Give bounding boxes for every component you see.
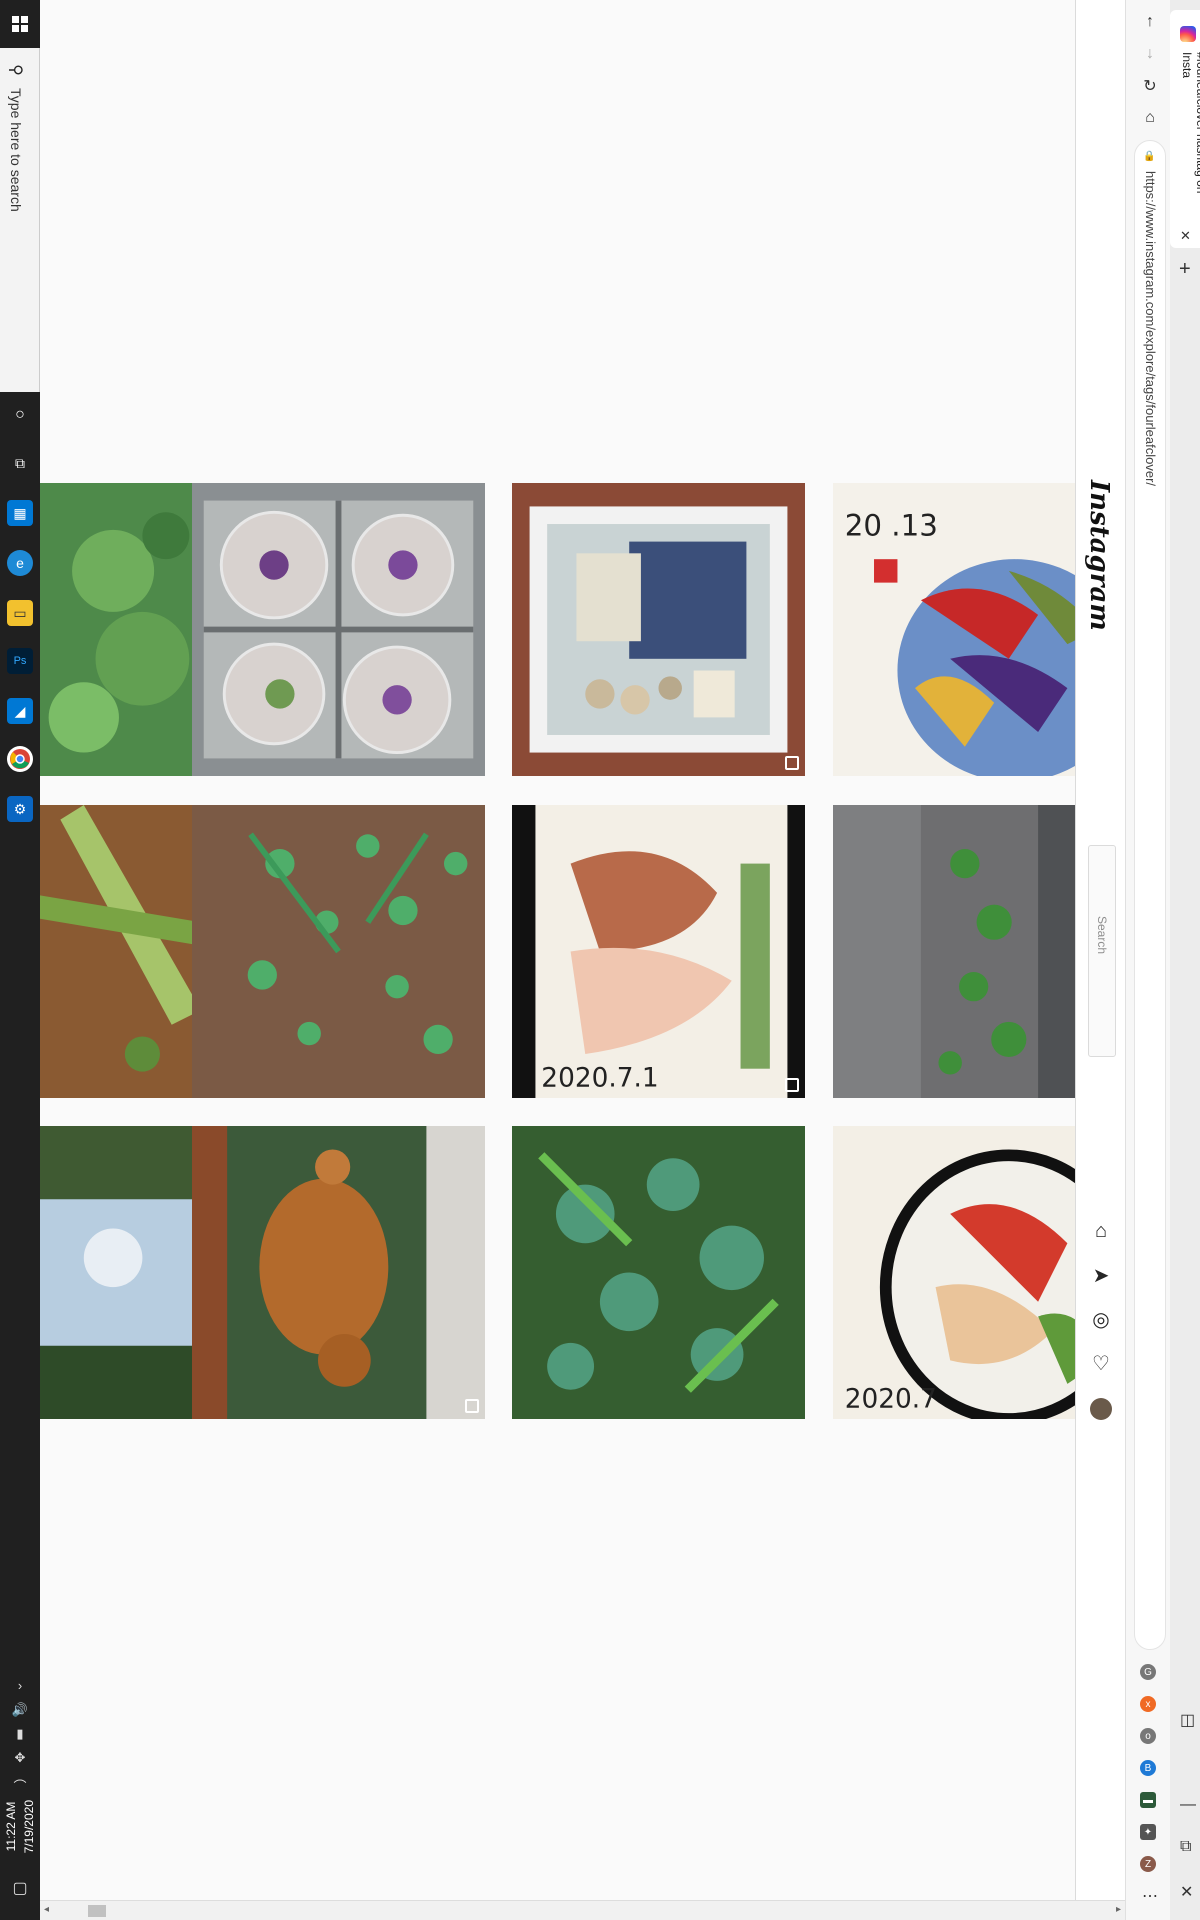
scroll-left-icon[interactable]: ◂ (44, 1904, 49, 1915)
multiple-photos-icon (465, 1399, 479, 1413)
restore-icon[interactable]: ⧉ (1180, 1838, 1191, 1856)
show-hidden-icons-chevron[interactable]: › (0, 1678, 40, 1693)
browser-window: 20 .13 2020.7.1 2020.7 Instagram Search … (40, 0, 1200, 1920)
photoshop-icon[interactable]: Ps (7, 648, 33, 674)
activity-icon[interactable]: ♡ (1088, 1350, 1114, 1376)
extensions-puzzle-icon[interactable]: ✦ (1140, 1824, 1156, 1840)
clock-date: 7/19/2020 (22, 1800, 36, 1854)
azure-data-studio-icon[interactable]: ◢ (7, 698, 33, 724)
store-icon[interactable]: ▦ (7, 500, 33, 526)
instagram-favicon (1180, 26, 1196, 42)
battery-icon[interactable]: ▮ (0, 1726, 40, 1742)
notifications-icon[interactable]: ▢ (0, 1878, 40, 1898)
svg-text:2020.7.1: 2020.7.1 (541, 1063, 658, 1093)
minimize-icon[interactable]: — (1180, 1796, 1196, 1814)
grid-post-weeds-soil[interactable] (40, 805, 201, 1098)
windows-start-button[interactable] (0, 0, 40, 48)
extension-x-icon[interactable]: x (1140, 1696, 1156, 1712)
scrollbar-thumb[interactable] (88, 1905, 106, 1917)
taskbar-search-box[interactable]: ⚲ Type here to search (0, 48, 40, 392)
tab-instagram[interactable]: #fourleafclover hashtag on Insta ✕ (1170, 10, 1200, 248)
multiple-photos-icon (785, 1078, 799, 1092)
grid-post-resin-coasters[interactable] (192, 483, 485, 776)
screen: ⚲ Type here to search ○ ⧉ ▦ e ▭ Ps ◢ ⚙ ›… (0, 0, 1200, 1920)
instagram-search-input[interactable]: Search (1088, 845, 1116, 1057)
dropbox-icon[interactable]: ✥ (0, 1750, 40, 1766)
windows-logo-icon (12, 16, 28, 32)
grid-post-painting-food[interactable]: 2020.7 (833, 1126, 1075, 1419)
edge-icon[interactable]: e (7, 550, 33, 576)
extension-bar-icon[interactable]: ▬ (1140, 1792, 1156, 1808)
horizontal-scrollbar[interactable]: ◂ ▸ (40, 1900, 1125, 1920)
address-bar-url: https://www.instagram.com/explore/tags/f… (1143, 171, 1158, 487)
instagram-logo[interactable]: Instagram (1084, 480, 1114, 631)
file-explorer-icon[interactable]: ▭ (7, 600, 33, 626)
grid-post-shadow-box[interactable] (512, 483, 805, 776)
windows-taskbar: ⚲ Type here to search ○ ⧉ ▦ e ▭ Ps ◢ ⚙ ›… (0, 0, 40, 1920)
address-bar[interactable]: 🔒 https://www.instagram.com/explore/tags… (1134, 140, 1166, 1650)
explore-icon[interactable]: ◎ (1088, 1306, 1114, 1332)
network-icon[interactable]: ⌒ (0, 1776, 40, 1795)
tab-layout-icon[interactable]: ◫ (1180, 1710, 1195, 1730)
grid-post-pine-needles-clover[interactable] (192, 805, 485, 1098)
grid-post-clover-roadside[interactable] (833, 805, 1075, 1098)
close-window-icon[interactable]: ✕ (1180, 1882, 1193, 1902)
extension-circle-icon[interactable]: o (1140, 1728, 1156, 1744)
page-viewport: 20 .13 2020.7.1 2020.7 (40, 0, 1075, 1900)
chrome-icon[interactable] (7, 746, 33, 772)
volume-icon[interactable]: 🔊 (0, 1702, 40, 1718)
multiple-photos-icon (785, 756, 799, 770)
home-icon[interactable]: ⌂ (1088, 1218, 1114, 1244)
grid-post-painting-bread[interactable]: 2020.7.1 (512, 805, 805, 1098)
browser-menu-icon[interactable]: ⋯ (1138, 1884, 1162, 1908)
taskbar-search-placeholder: Type here to search (8, 88, 24, 212)
reload-icon[interactable]: ↻ (1138, 74, 1162, 98)
clock-time: 11:22 AM (4, 1801, 18, 1852)
back-icon[interactable]: ↑ (1138, 10, 1162, 34)
extension-b-icon[interactable]: B (1140, 1760, 1156, 1776)
profile-avatar[interactable] (1090, 1398, 1112, 1420)
home-button-icon[interactable]: ⌂ (1138, 106, 1162, 130)
task-view-icon[interactable]: ⧉ (7, 450, 33, 476)
grid-post-painting-peppers[interactable]: 20 .13 (833, 483, 1075, 776)
settings-icon[interactable]: ⚙ (7, 796, 33, 822)
direct-icon[interactable]: ➤ (1088, 1262, 1114, 1288)
profile-z-icon[interactable]: Z (1140, 1856, 1156, 1872)
tab-strip: #fourleafclover hashtag on Insta ✕ + ◫ —… (1170, 0, 1200, 1920)
cortana-icon[interactable]: ○ (7, 402, 33, 428)
new-tab-icon[interactable]: + (1179, 258, 1191, 281)
tab-title: #fourleafclover hashtag on Insta (1180, 52, 1200, 194)
grid-post-dog-window[interactable] (192, 1126, 485, 1419)
grid-post-clover-patch[interactable] (512, 1126, 805, 1419)
lock-icon: 🔒 (1143, 151, 1156, 162)
taskbar-clock[interactable]: 11:22 AM 7/19/2020 (2, 1800, 38, 1853)
extension-g-icon[interactable]: G (1140, 1664, 1156, 1680)
browser-toolbar: ↑ ↓ ↻ ⌂ 🔒 https://www.instagram.com/expl… (1125, 0, 1200, 1920)
instagram-search-placeholder: Search (1095, 916, 1109, 955)
chrome-logo-icon (10, 749, 30, 769)
grid-post-clover-close[interactable] (40, 483, 201, 776)
search-icon: ⚲ (6, 64, 24, 76)
grid-post-trees-sky[interactable] (40, 1126, 201, 1419)
close-tab-icon[interactable]: ✕ (1180, 228, 1191, 244)
instagram-header: Instagram Search ⌂ ➤ ◎ ♡ (1075, 0, 1125, 1900)
svg-text:20 .13: 20 .13 (845, 509, 938, 543)
svg-text:2020.7: 2020.7 (845, 1384, 937, 1414)
forward-icon[interactable]: ↓ (1138, 42, 1162, 66)
scroll-right-icon[interactable]: ▸ (1116, 1904, 1121, 1915)
